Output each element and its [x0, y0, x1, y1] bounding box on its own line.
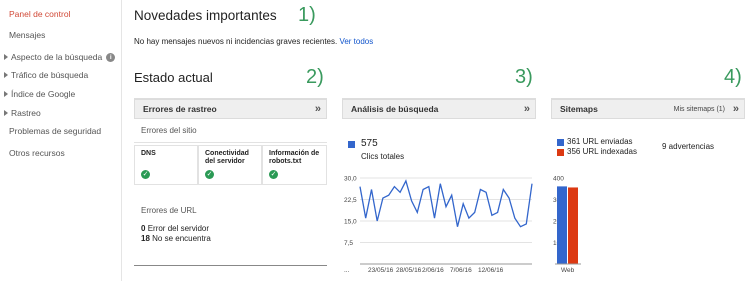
- url-error-not-found[interactable]: 18 No se encuentra: [141, 234, 211, 243]
- chevron-right-icon[interactable]: »: [524, 100, 530, 119]
- caret-right-icon: [4, 54, 8, 60]
- messages-status: No hay mensajes nuevos ni incidencias gr…: [134, 37, 373, 46]
- indexed-bar: [568, 187, 578, 264]
- divider: [134, 265, 327, 266]
- y-tick-label: 15,0: [344, 219, 357, 226]
- url-error-count: 0: [141, 224, 146, 233]
- sitemaps-header[interactable]: Sitemaps Mis sitemaps (1) »: [551, 99, 745, 119]
- caret-right-icon: [4, 110, 8, 116]
- my-sitemaps-link[interactable]: Mis sitemaps (1): [674, 100, 725, 119]
- clicks-series-line: [359, 179, 533, 228]
- url-errors-label: Errores de URL: [141, 206, 197, 215]
- chevron-right-icon[interactable]: »: [315, 100, 321, 119]
- crawl-errors-header[interactable]: Errores de rastreo »: [134, 99, 327, 119]
- url-error-label: No se encuentra: [152, 234, 211, 243]
- warnings-count[interactable]: 9 advertencias: [662, 142, 714, 151]
- sidebar-item-label: Rastreo: [11, 108, 41, 118]
- annotation-3: 3): [515, 66, 533, 88]
- divider: [134, 142, 327, 143]
- box-label-line: robots.txt: [269, 158, 302, 165]
- box-label-line: Conectividad: [205, 150, 249, 157]
- view-all-link[interactable]: Ver todos: [339, 37, 373, 46]
- submitted-legend-swatch: [557, 139, 564, 146]
- total-clicks-label: Clics totales: [361, 152, 405, 161]
- x-tick-label: ...: [344, 267, 350, 274]
- sitemaps-bar-chart[interactable]: 400300200100Web: [551, 172, 611, 277]
- sidebar-item-messages[interactable]: Mensajes: [9, 30, 45, 40]
- caret-right-icon: [4, 91, 8, 97]
- annotation-2: 2): [306, 66, 324, 88]
- chevron-right-icon[interactable]: »: [733, 100, 739, 119]
- y-tick-label: 30,0: [344, 176, 357, 183]
- clicks-line-chart[interactable]: 30,0 22,5 15,0 7,5... 23/05/16 28/05/16 2/06/1…: [342, 172, 536, 277]
- url-error-label: Error del servidor: [147, 224, 210, 233]
- clicks-legend-swatch: [348, 141, 355, 148]
- site-errors-label: Errores del sitio: [141, 126, 197, 135]
- sidebar-item-security-issues[interactable]: Problemas de seguridad: [9, 126, 101, 136]
- indexed-urls: 356 URL indexadas: [567, 147, 637, 156]
- url-error-count: 18: [141, 234, 150, 243]
- annotation-4: 4): [724, 66, 742, 88]
- sidebar-item-dashboard[interactable]: Panel de control: [9, 9, 70, 19]
- sidebar-item-search-appearance[interactable]: Aspecto de la búsqueda i: [4, 52, 116, 62]
- crawl-errors-title: Errores de rastreo: [143, 104, 217, 114]
- sidebar: Panel de control Mensajes Aspecto de la …: [0, 0, 122, 281]
- y-tick-label: 7,5: [344, 240, 353, 247]
- y-tick-label: 22,5: [344, 197, 357, 204]
- sitemaps-title: Sitemaps: [560, 104, 598, 114]
- search-analytics-header[interactable]: Análisis de búsqueda »: [342, 99, 536, 119]
- sidebar-item-label: Tráfico de búsqueda: [11, 70, 89, 80]
- section-title: Estado actual: [134, 70, 213, 85]
- sidebar-item-label: Aspecto de la búsqueda: [11, 52, 103, 62]
- submitted-urls: 361 URL enviadas: [567, 137, 633, 146]
- server-connectivity-status[interactable]: Conectividad del servidor ✓: [198, 145, 262, 185]
- sidebar-item-label: Otros recursos: [9, 148, 65, 158]
- check-icon: ✓: [269, 170, 278, 179]
- y-tick-label: 400: [553, 176, 564, 183]
- x-tick-label: Web: [561, 267, 575, 274]
- check-icon: ✓: [141, 170, 150, 179]
- x-tick-label: 2/06/16: [422, 267, 444, 274]
- x-tick-label: 12/06/16: [478, 267, 504, 274]
- box-label-line: DNS: [141, 150, 156, 157]
- sidebar-item-google-index[interactable]: Índice de Google: [4, 89, 75, 99]
- robots-txt-status[interactable]: Información de robots.txt ✓: [262, 145, 327, 185]
- server-connectivity-label: Conectividad del servidor: [205, 150, 249, 166]
- sidebar-item-other-resources[interactable]: Otros recursos: [9, 148, 65, 158]
- robots-txt-label: Información de robots.txt: [269, 150, 319, 166]
- search-analytics-title: Análisis de búsqueda: [351, 104, 439, 114]
- x-tick-label: 7/06/16: [450, 267, 472, 274]
- url-error-server[interactable]: 0 Error del servidor: [141, 224, 209, 233]
- sidebar-item-label: Problemas de seguridad: [9, 126, 102, 136]
- indexed-legend-swatch: [557, 149, 564, 156]
- sidebar-item-crawl[interactable]: Rastreo: [4, 108, 41, 118]
- annotation-1: 1): [298, 4, 316, 26]
- total-clicks-value: 575: [361, 138, 378, 149]
- page-title: Novedades importantes: [134, 8, 277, 23]
- box-label-line: del servidor: [205, 158, 245, 165]
- box-label-line: Información de: [269, 150, 320, 157]
- x-tick-label: 23/05/16: [368, 267, 394, 274]
- sidebar-item-search-traffic[interactable]: Tráfico de búsqueda: [4, 70, 88, 80]
- caret-right-icon: [4, 72, 8, 78]
- dns-status[interactable]: DNS ✓: [134, 145, 198, 185]
- dns-label: DNS: [141, 150, 156, 158]
- info-icon[interactable]: i: [106, 52, 116, 62]
- sidebar-item-label: Mensajes: [9, 30, 46, 40]
- sidebar-item-label: Panel de control: [9, 9, 71, 19]
- x-tick-label: 28/05/16: [396, 267, 422, 274]
- messages-text: No hay mensajes nuevos ni incidencias gr…: [134, 37, 338, 46]
- check-icon: ✓: [205, 170, 214, 179]
- submitted-bar: [557, 186, 567, 264]
- sidebar-item-label: Índice de Google: [11, 89, 76, 99]
